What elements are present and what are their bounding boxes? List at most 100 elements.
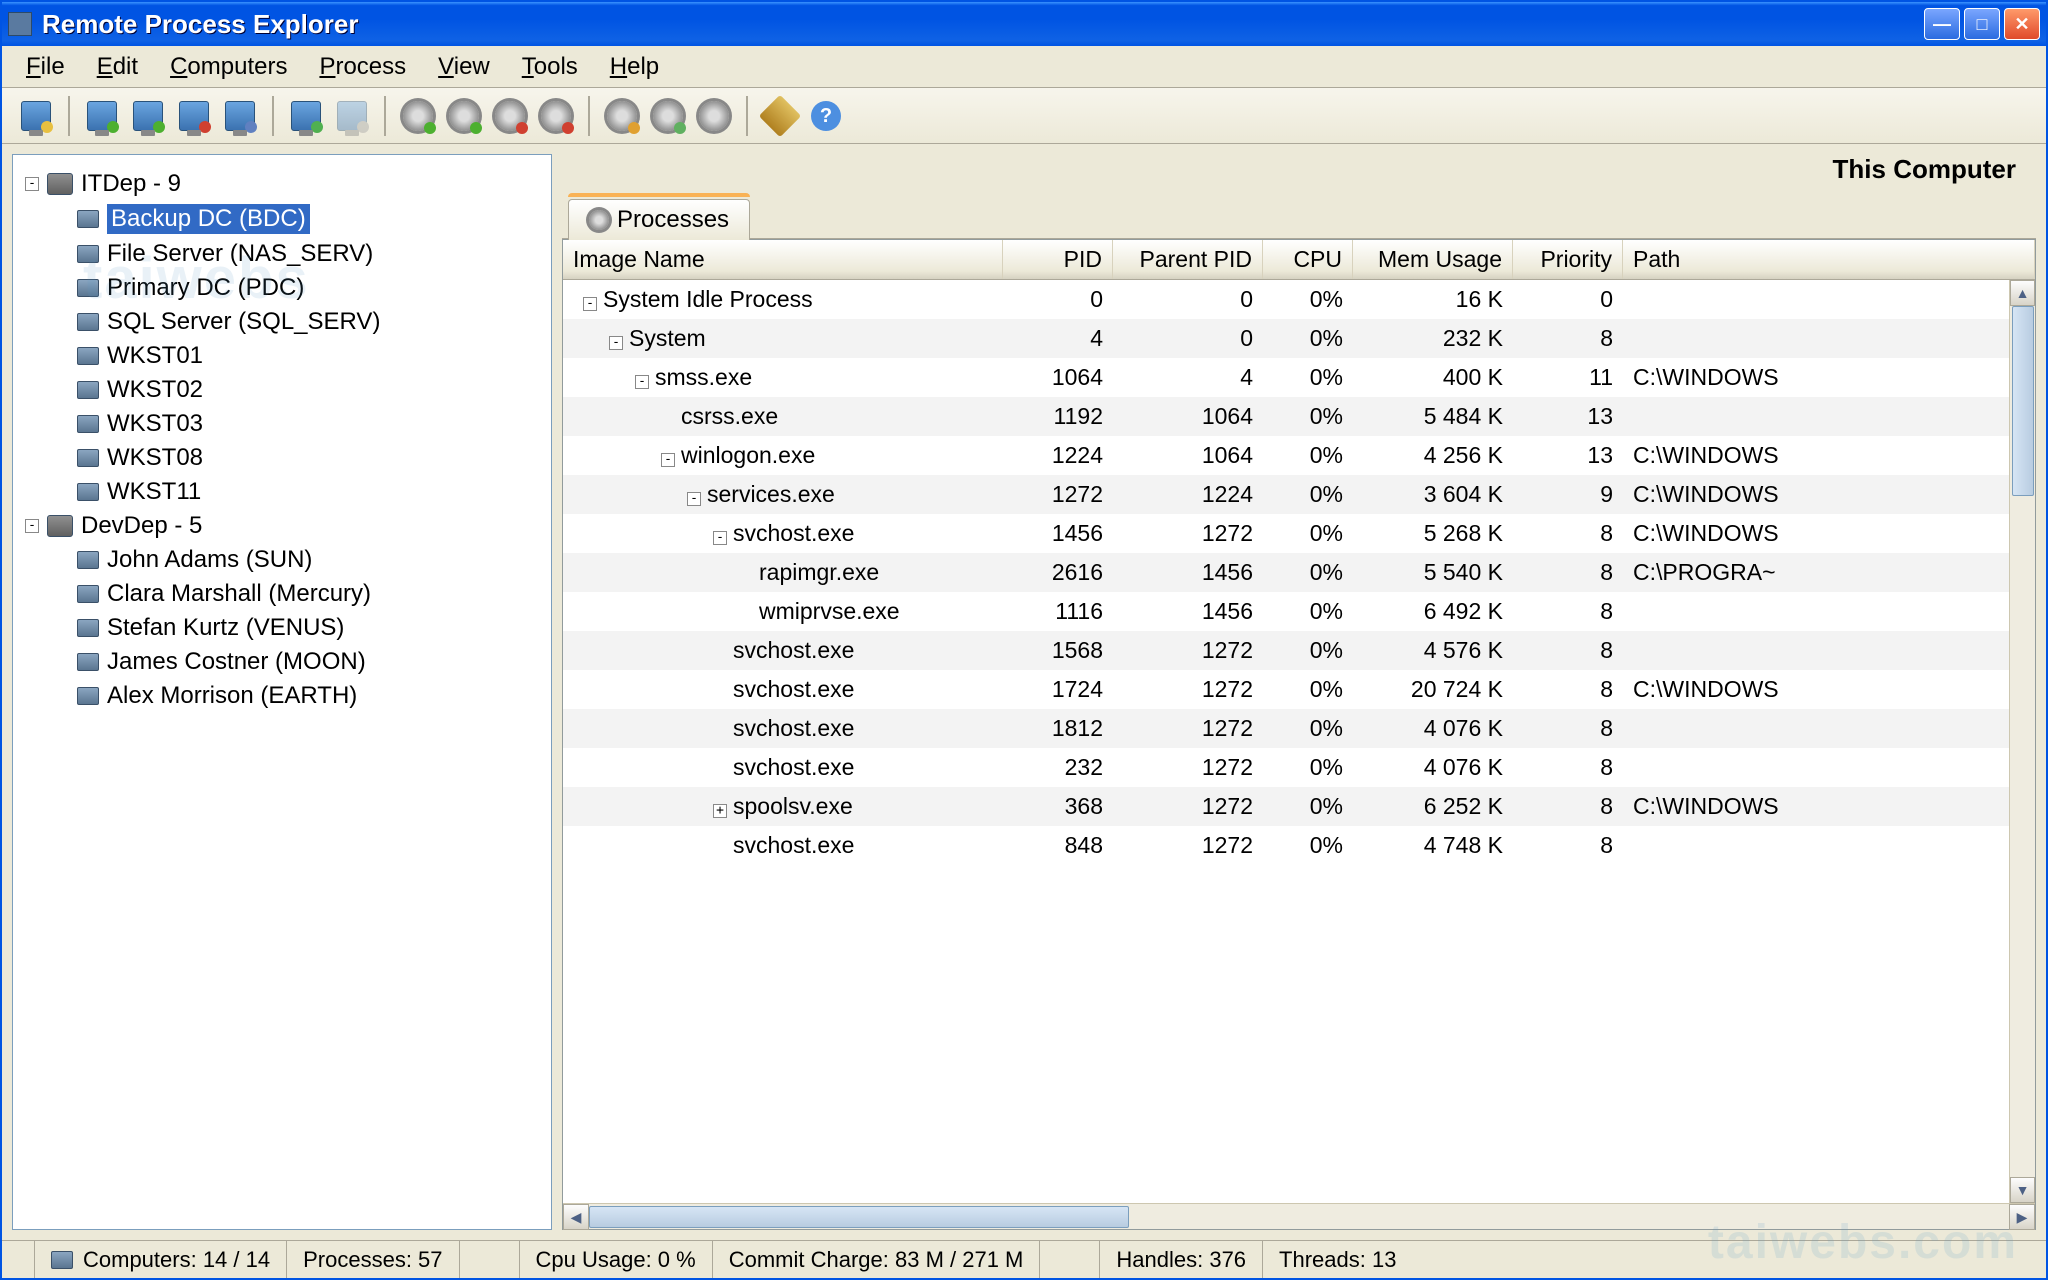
tb-process-gear[interactable] xyxy=(692,94,736,138)
tb-connect-key[interactable] xyxy=(14,94,58,138)
horizontal-scrollbar[interactable]: ◀ ▶ xyxy=(563,1203,2035,1229)
tree-item[interactable]: WKST11 xyxy=(55,475,539,509)
tb-add-computer[interactable] xyxy=(80,94,124,138)
tb-process-kill[interactable] xyxy=(488,94,532,138)
tree-toggle-icon[interactable]: - xyxy=(661,453,675,467)
col-parent-pid[interactable]: Parent PID xyxy=(1113,240,1263,279)
process-row[interactable]: -svchost.exe145612720%5 268 K8C:\WINDOWS xyxy=(563,514,2009,553)
cell-ppid: 1224 xyxy=(1113,475,1263,514)
menu-file[interactable]: File xyxy=(12,49,79,85)
tree-item[interactable]: James Costner (MOON) xyxy=(55,645,539,679)
cell-cpu: 0% xyxy=(1263,592,1353,631)
scroll-thumb[interactable] xyxy=(589,1206,1129,1228)
collapse-icon[interactable]: - xyxy=(25,177,39,191)
tb-process-refresh[interactable] xyxy=(442,94,486,138)
tree-group-devdep[interactable]: - DevDep - 5 xyxy=(25,509,539,543)
tb-process-add[interactable] xyxy=(396,94,440,138)
process-list-body[interactable]: -System Idle Process000%16 K0-System400%… xyxy=(563,280,2009,1203)
tree-toggle-icon[interactable]: - xyxy=(583,297,597,311)
menu-tools[interactable]: Tools xyxy=(508,49,592,85)
tb-remove-computer[interactable] xyxy=(172,94,216,138)
process-row[interactable]: svchost.exe156812720%4 576 K8 xyxy=(563,631,2009,670)
menu-help[interactable]: Help xyxy=(596,49,673,85)
tree-item[interactable]: Stefan Kurtz (VENUS) xyxy=(55,611,539,645)
process-row[interactable]: wmiprvse.exe111614560%6 492 K8 xyxy=(563,592,2009,631)
tree-item[interactable]: John Adams (SUN) xyxy=(55,543,539,577)
process-row[interactable]: svchost.exe84812720%4 748 K8 xyxy=(563,826,2009,865)
vertical-scrollbar[interactable]: ▲ ▼ xyxy=(2009,280,2035,1203)
tree-item[interactable]: WKST02 xyxy=(55,373,539,407)
minimize-button[interactable]: — xyxy=(1924,8,1960,40)
col-priority[interactable]: Priority xyxy=(1513,240,1623,279)
menu-process[interactable]: Process xyxy=(305,49,420,85)
process-row[interactable]: csrss.exe119210640%5 484 K13 xyxy=(563,397,2009,436)
tree-item[interactable]: WKST03 xyxy=(55,407,539,441)
process-row[interactable]: +spoolsv.exe36812720%6 252 K8C:\WINDOWS xyxy=(563,787,2009,826)
collapse-icon[interactable]: - xyxy=(25,519,39,533)
tree-item[interactable]: WKST01 xyxy=(55,339,539,373)
close-button[interactable]: ✕ xyxy=(2004,8,2040,40)
tb-computer-disk[interactable] xyxy=(218,94,262,138)
tree-item[interactable]: WKST08 xyxy=(55,441,539,475)
tree-item[interactable]: Clara Marshall (Mercury) xyxy=(55,577,539,611)
cell-path: C:\WINDOWS xyxy=(1623,475,2009,514)
process-row[interactable]: rapimgr.exe261614560%5 540 K8C:\PROGRA~ xyxy=(563,553,2009,592)
tree-toggle-icon[interactable]: - xyxy=(713,531,727,545)
scroll-down-icon[interactable]: ▼ xyxy=(2010,1177,2035,1203)
scroll-right-icon[interactable]: ▶ xyxy=(2009,1204,2035,1230)
cell-ppid: 1272 xyxy=(1113,748,1263,787)
col-pid[interactable]: PID xyxy=(1003,240,1113,279)
status-handles: Handles: 376 xyxy=(1099,1241,1262,1278)
tb-refresh-computer[interactable] xyxy=(126,94,170,138)
cell-cpu: 0% xyxy=(1263,826,1353,865)
statusbar: Computers: 14 / 14 Processes: 57 Cpu Usa… xyxy=(2,1240,2046,1278)
process-row[interactable]: -System400%232 K8 xyxy=(563,319,2009,358)
col-mem-usage[interactable]: Mem Usage xyxy=(1353,240,1513,279)
cell-cpu: 0% xyxy=(1263,475,1353,514)
tree-toggle-icon[interactable]: - xyxy=(687,492,701,506)
maximize-button[interactable]: □ xyxy=(1964,8,2000,40)
process-row[interactable]: svchost.exe23212720%4 076 K8 xyxy=(563,748,2009,787)
process-row[interactable]: -System Idle Process000%16 K0 xyxy=(563,280,2009,319)
tree-toggle-icon[interactable]: - xyxy=(635,375,649,389)
tb-priority-down[interactable] xyxy=(534,94,578,138)
process-row[interactable]: -smss.exe106440%400 K11C:\WINDOWS xyxy=(563,358,2009,397)
tree-item[interactable]: Primary DC (PDC) xyxy=(55,271,539,305)
scroll-up-icon[interactable]: ▲ xyxy=(2010,280,2035,306)
process-name: spoolsv.exe xyxy=(733,793,853,819)
menu-computers[interactable]: Computers xyxy=(156,49,301,85)
tree-toggle-icon[interactable]: + xyxy=(713,804,727,818)
tree-item[interactable]: Backup DC (BDC) xyxy=(55,201,539,237)
cell-pid: 1812 xyxy=(1003,709,1113,748)
tree-item-label: Clara Marshall (Mercury) xyxy=(107,580,371,608)
tree-item[interactable]: File Server (NAS_SERV) xyxy=(55,237,539,271)
tree-group-itdep[interactable]: - ITDep - 9 xyxy=(25,167,539,201)
process-row[interactable]: -winlogon.exe122410640%4 256 K13C:\WINDO… xyxy=(563,436,2009,475)
tree-item[interactable]: SQL Server (SQL_SERV) xyxy=(55,305,539,339)
cell-ppid: 1456 xyxy=(1113,592,1263,631)
tree-toggle-icon[interactable]: - xyxy=(609,336,623,350)
process-row[interactable]: svchost.exe181212720%4 076 K8 xyxy=(563,709,2009,748)
cell-cpu: 0% xyxy=(1263,319,1353,358)
cell-priority: 9 xyxy=(1513,475,1623,514)
tree-item[interactable]: Alex Morrison (EARTH) xyxy=(55,679,539,713)
tb-help[interactable]: ? xyxy=(804,94,848,138)
tab-strip: Processes xyxy=(562,193,2036,239)
process-row[interactable]: -services.exe127212240%3 604 K9C:\WINDOW… xyxy=(563,475,2009,514)
process-row[interactable]: svchost.exe172412720%20 724 K8C:\WINDOWS xyxy=(563,670,2009,709)
menu-view[interactable]: View xyxy=(424,49,504,85)
computer-tree[interactable]: taiwebs - ITDep - 9 Backup DC (BDC)File … xyxy=(12,154,552,1230)
cell-path xyxy=(1623,762,2009,774)
tb-process-star[interactable] xyxy=(646,94,690,138)
tb-run-computer[interactable] xyxy=(284,94,328,138)
col-path[interactable]: Path xyxy=(1623,240,2035,279)
titlebar[interactable]: Remote Process Explorer — □ ✕ xyxy=(2,2,2046,46)
menu-edit[interactable]: Edit xyxy=(83,49,152,85)
tb-process-info[interactable] xyxy=(600,94,644,138)
tb-tools[interactable] xyxy=(758,94,802,138)
scroll-thumb[interactable] xyxy=(2012,306,2034,496)
col-cpu[interactable]: CPU xyxy=(1263,240,1353,279)
col-image-name[interactable]: Image Name xyxy=(563,240,1003,279)
tab-processes[interactable]: Processes xyxy=(568,199,750,240)
scroll-left-icon[interactable]: ◀ xyxy=(563,1204,589,1230)
